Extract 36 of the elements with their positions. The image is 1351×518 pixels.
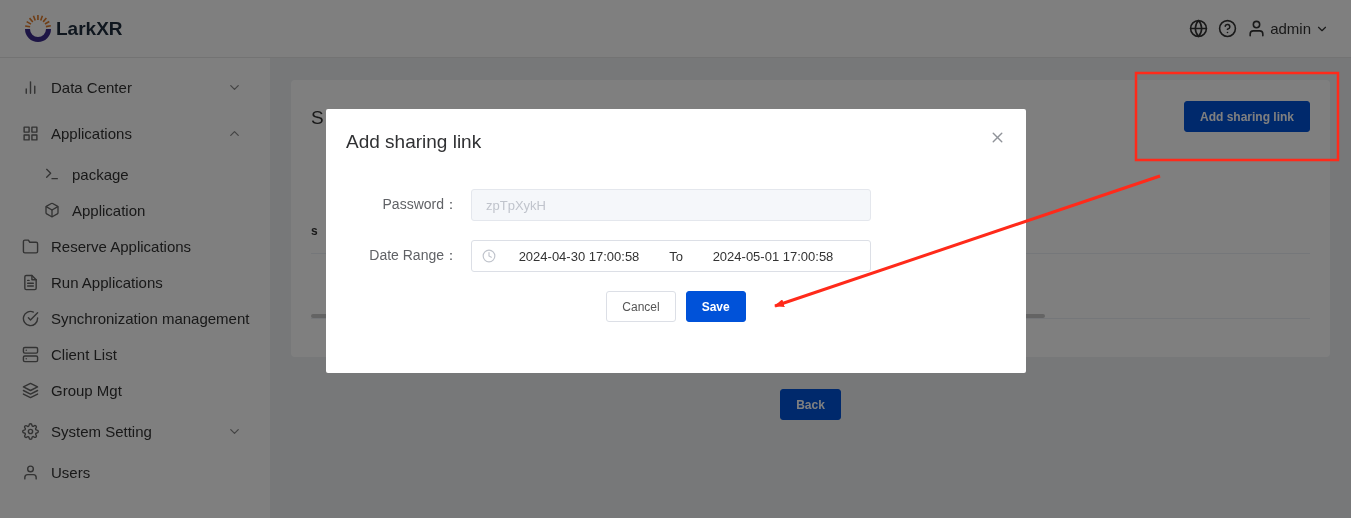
date-range-field[interactable]: 2024-04-30 17:00:58 To 2024-05-01 17:00:58 (471, 240, 871, 272)
logo-text: LarkXR (56, 17, 123, 40)
terminal-icon (44, 166, 60, 182)
box-icon (44, 202, 60, 218)
add-sharing-link-button[interactable]: Add sharing link (1184, 101, 1310, 132)
page-title: S (311, 107, 324, 129)
user-icon (22, 463, 39, 481)
help-icon[interactable] (1218, 19, 1238, 38)
sidebar-item[interactable]: Client List (51, 345, 242, 363)
dialog-title: Add sharing link (346, 131, 482, 153)
server-icon (22, 345, 39, 363)
save-button[interactable]: Save (685, 291, 746, 322)
field-label: Password： (381, 196, 459, 214)
folder-icon (22, 237, 39, 255)
sidebar-item[interactable]: Run Applications (51, 273, 242, 291)
sidebar-item[interactable]: Applications (51, 124, 215, 142)
user-name[interactable]: admin (1270, 20, 1311, 37)
user-icon[interactable] (1247, 19, 1267, 38)
sidebar-item[interactable]: Reserve Applications (51, 237, 242, 255)
sidebar-item[interactable]: Users (51, 463, 242, 481)
check-circle-icon (22, 309, 39, 327)
logo-icon (22, 13, 54, 44)
sidebar-subitem[interactable]: package (72, 165, 242, 183)
sidebar-item[interactable]: Data Center (51, 78, 215, 96)
sidebar-subitem[interactable]: Application (72, 201, 242, 219)
globe-icon[interactable] (1189, 19, 1209, 38)
grid-icon (22, 124, 39, 142)
clock-icon (482, 249, 496, 263)
sidebar-item[interactable]: System Setting (51, 422, 215, 440)
back-button[interactable]: Back (780, 389, 841, 420)
layers-icon (22, 381, 39, 399)
document-icon (22, 273, 39, 291)
cancel-button[interactable]: Cancel (606, 291, 676, 322)
sidebar-item[interactable]: Synchronization management (51, 309, 250, 327)
gear-icon (22, 422, 39, 440)
sidebar-item[interactable]: Group Mgt (51, 381, 242, 399)
